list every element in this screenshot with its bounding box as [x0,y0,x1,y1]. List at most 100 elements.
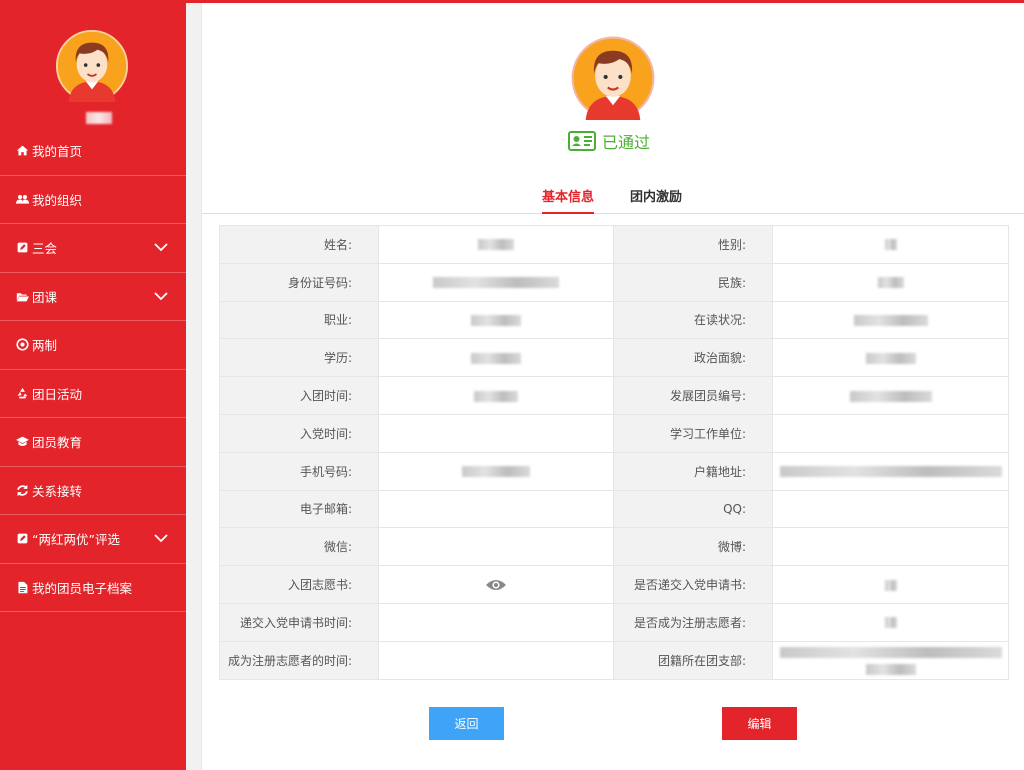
sidebar-item-label: 我的团员电子档案 [32,580,133,596]
username-blurred [86,112,112,124]
field-label: 身份证号码: [219,262,379,302]
user-avatar[interactable] [56,30,128,102]
field-value-branch [772,640,1009,680]
edit-button[interactable]: 编辑 [722,707,797,740]
field-value-id-number [378,262,614,302]
table-row: 入团时间: 发展团员编号: [219,376,1009,415]
field-label: 成为注册志愿者的时间: [219,640,379,680]
sidebar-nav: 我的首页 我的组织 三会 团课 两制 团日活动 团员教育 关系接转 “两红两优”… [0,127,186,612]
sidebar: 我的首页 我的组织 三会 团课 两制 团日活动 团员教育 关系接转 “两红两优”… [0,0,186,770]
field-label: 入团志愿书: [219,565,379,604]
field-label: 递交入党申请书时间: [219,602,379,642]
recycle-icon [17,387,28,399]
table-row: 微信: 微博: [219,527,1009,567]
sidebar-item-archive[interactable]: 我的团员电子档案 [0,564,186,612]
field-value-member-number [772,376,1009,415]
table-row: 身份证号码: 民族: [219,262,1009,302]
field-label: 微博: [613,527,773,567]
id-card-icon [568,131,596,151]
chevron-down-icon [154,291,168,300]
field-label: 微信: [219,527,379,567]
back-button[interactable]: 返回 [429,707,504,740]
field-label: 政治面貌: [613,338,773,378]
users-icon [16,194,29,204]
field-value-submitted-party-application [772,565,1009,604]
sidebar-item-organization[interactable]: 我的组织 [0,176,186,224]
target-icon [16,338,29,351]
sidebar-item-selection[interactable]: “两红两优”评选 [0,515,186,564]
table-row: 入党时间: 学习工作单位: [219,413,1009,453]
home-icon [16,145,29,156]
sidebar-item-sanhui[interactable]: 三会 [0,224,186,273]
table-row: 电子邮箱: QQ: [219,489,1009,529]
field-value-party-application-time [378,602,614,642]
sidebar-item-label: 关系接转 [32,483,83,499]
sidebar-item-education[interactable]: 团员教育 [0,418,186,467]
field-value-wechat [378,527,614,567]
table-row: 手机号码: 户籍地址: [219,451,1009,491]
folder-open-icon [16,293,29,302]
field-label: 入党时间: [219,413,379,453]
field-value-household-address [772,451,1009,491]
table-row: 学历: 政治面貌: [219,338,1009,378]
field-label: 入团时间: [219,376,379,415]
field-label: 学习工作单位: [613,413,773,453]
edit-icon [17,242,28,253]
field-label: 在读状况: [613,300,773,340]
approval-status: 已通过 [568,129,650,153]
field-value-phone [378,451,614,491]
sidebar-item-label: 我的首页 [32,144,83,160]
eye-icon[interactable] [485,578,507,592]
field-value-join-party-time [378,413,614,453]
sidebar-item-home[interactable]: 我的首页 [0,127,186,176]
sidebar-item-transfer[interactable]: 关系接转 [0,467,186,515]
member-info-table: 姓名: 性别: 身份证号码: 民族: 职业: 在读状况: 学历: 政治面貌: 入… [219,225,1009,680]
field-label: 发展团员编号: [613,376,773,415]
field-value-join-league-time [378,376,614,415]
sidebar-item-label: 团课 [32,289,58,305]
field-value-weibo [772,527,1009,567]
sidebar-item-label: “两红两优”评选 [32,532,120,548]
field-value-education [378,338,614,378]
sidebar-item-tuanri[interactable]: 团日活动 [0,370,186,418]
field-value-email [378,489,614,529]
main-content: 已通过 基本信息 团内激励 姓名: 性别: 身份证号码: 民族: 职业: 在读状… [202,3,1024,770]
field-value-name [378,225,614,264]
field-value-study-status [772,300,1009,340]
field-label: QQ: [613,489,773,529]
table-row: 职业: 在读状况: [219,300,1009,340]
sidebar-item-liangzhi[interactable]: 两制 [0,321,186,370]
chevron-down-icon [154,534,168,543]
table-row: 递交入党申请书时间: 是否成为注册志愿者: [219,602,1009,642]
sidebar-scrollbar[interactable] [186,0,202,770]
field-value-gender [772,225,1009,264]
field-value-application-letter [378,565,614,604]
tab-basic-info[interactable]: 基本信息 [542,186,595,214]
sidebar-item-tuanke[interactable]: 团课 [0,273,186,321]
field-value-ethnicity [772,262,1009,302]
field-label: 团籍所在团支部: [613,640,773,680]
field-label: 手机号码: [219,451,379,491]
table-row: 姓名: 性别: [219,225,1009,264]
field-label: 学历: [219,338,379,378]
graduation-cap-icon [16,436,29,447]
field-value-registered-volunteer [772,602,1009,642]
field-value-volunteer-time [378,640,614,680]
field-label: 户籍地址: [613,451,773,491]
field-value-qq [772,489,1009,529]
field-label: 职业: [219,300,379,340]
status-text: 已通过 [602,133,651,152]
tab-bar: 基本信息 团内激励 [202,186,1024,214]
sidebar-item-label: 我的组织 [32,192,83,208]
field-label: 是否递交入党申请书: [613,565,773,604]
field-label: 民族: [613,262,773,302]
field-label: 性别: [613,225,773,264]
field-value-political-status [772,338,1009,378]
sidebar-item-label: 团日活动 [32,386,83,402]
table-row: 入团志愿书: 是否递交入党申请书: [219,565,1009,604]
field-label: 电子邮箱: [219,489,379,529]
sidebar-item-label: 三会 [32,241,58,257]
table-row: 成为注册志愿者的时间: 团籍所在团支部: [219,640,1009,680]
sidebar-item-label: 两制 [32,338,58,354]
tab-league-reward[interactable]: 团内激励 [630,186,682,214]
